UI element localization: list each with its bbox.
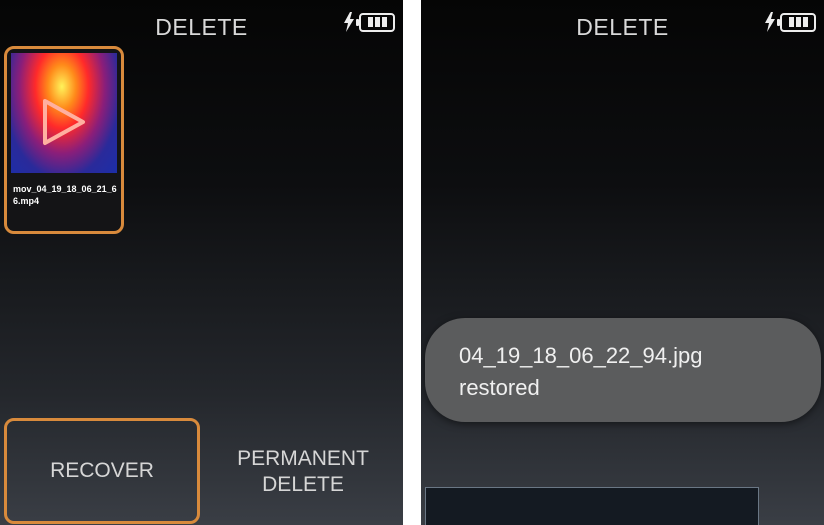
left-screen: DELETE mov_04_19_18_06_21_66.mp4 RECOVER… [0,0,403,525]
thumbnail-caption: mov_04_19_18_06_21_66.mp4 [13,184,117,206]
lightning-icon [344,12,354,32]
right-screen: DELETE 04_19_18_06_22_94.jpg restored [421,0,824,525]
status-bar [764,12,816,32]
permanent-delete-button[interactable]: PERMANENT DELETE [206,430,400,514]
bottom-panel [425,487,759,525]
restore-toast: 04_19_18_06_22_94.jpg restored [425,318,821,422]
toast-message: 04_19_18_06_22_94.jpg restored [459,340,702,404]
media-thumbnail[interactable]: mov_04_19_18_06_21_66.mp4 [4,46,124,234]
toast-filename: 04_19_18_06_22_94.jpg [459,343,703,368]
thermal-preview [11,53,117,173]
battery-icon [356,12,395,32]
toast-status: restored [459,375,540,400]
play-icon [43,99,85,145]
battery-icon [777,12,816,32]
status-bar [343,12,395,32]
recover-button[interactable]: RECOVER [4,418,200,524]
lightning-icon [765,12,775,32]
